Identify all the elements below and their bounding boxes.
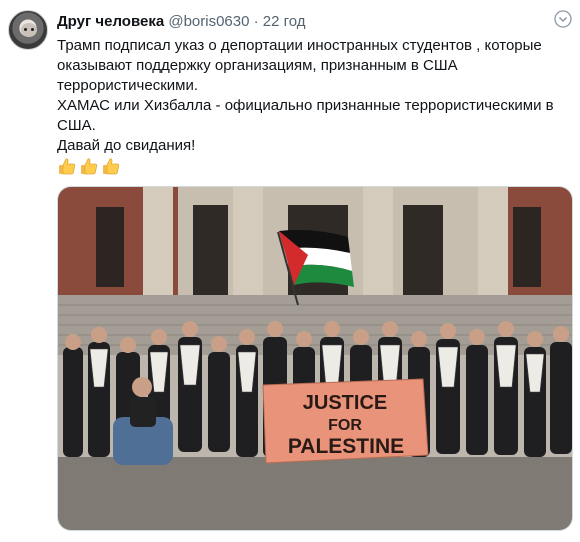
header-separator: · <box>253 13 259 30</box>
column-2 <box>233 187 263 302</box>
tweet-line-1: Трамп подписал указ о депортации иностра… <box>57 37 542 94</box>
tweet[interactable]: Друг человека @boris0630 · 22 год Трамп … <box>0 0 580 542</box>
window-left <box>96 207 124 287</box>
protest-photo-illustration: JUSTICE FOR PALESTINE <box>58 187 572 530</box>
pavement <box>58 457 572 530</box>
sign-text-palestine: PALESTINE <box>288 435 404 458</box>
thumbs-up-icon <box>81 158 98 175</box>
column-1 <box>143 187 173 302</box>
tweet-time[interactable]: 22 год <box>263 13 306 30</box>
tweet-photo[interactable]: JUSTICE FOR PALESTINE <box>57 186 573 531</box>
tweet-text: Трамп подписал указ о депортации иностра… <box>57 36 567 178</box>
author-display-name[interactable]: Друг человека <box>57 13 164 30</box>
door-right <box>403 205 443 297</box>
tweet-line-3: Давай до свидания! <box>57 137 196 154</box>
sign-text-for: FOR <box>328 417 362 434</box>
column-4 <box>478 187 508 302</box>
protest-sign: JUSTICE FOR PALESTINE <box>262 378 429 464</box>
column-3 <box>363 187 393 302</box>
emoji-row <box>57 156 567 178</box>
avatar[interactable] <box>8 10 48 50</box>
thumbs-up-icon <box>59 158 76 175</box>
author-handle[interactable]: @boris0630 <box>168 13 249 30</box>
more-options-icon[interactable] <box>554 10 572 28</box>
sign-text-justice: JUSTICE <box>303 392 387 414</box>
tweet-line-2: ХАМАС или Хизбалла - официально признанн… <box>57 97 554 134</box>
avatar-eye-right <box>31 28 34 31</box>
window-right <box>513 207 541 287</box>
thumbs-up-icon <box>103 158 120 175</box>
avatar-eye-left <box>24 28 27 31</box>
tweet-header: Друг человека @boris0630 · 22 год <box>57 12 306 32</box>
door-left <box>193 205 228 297</box>
